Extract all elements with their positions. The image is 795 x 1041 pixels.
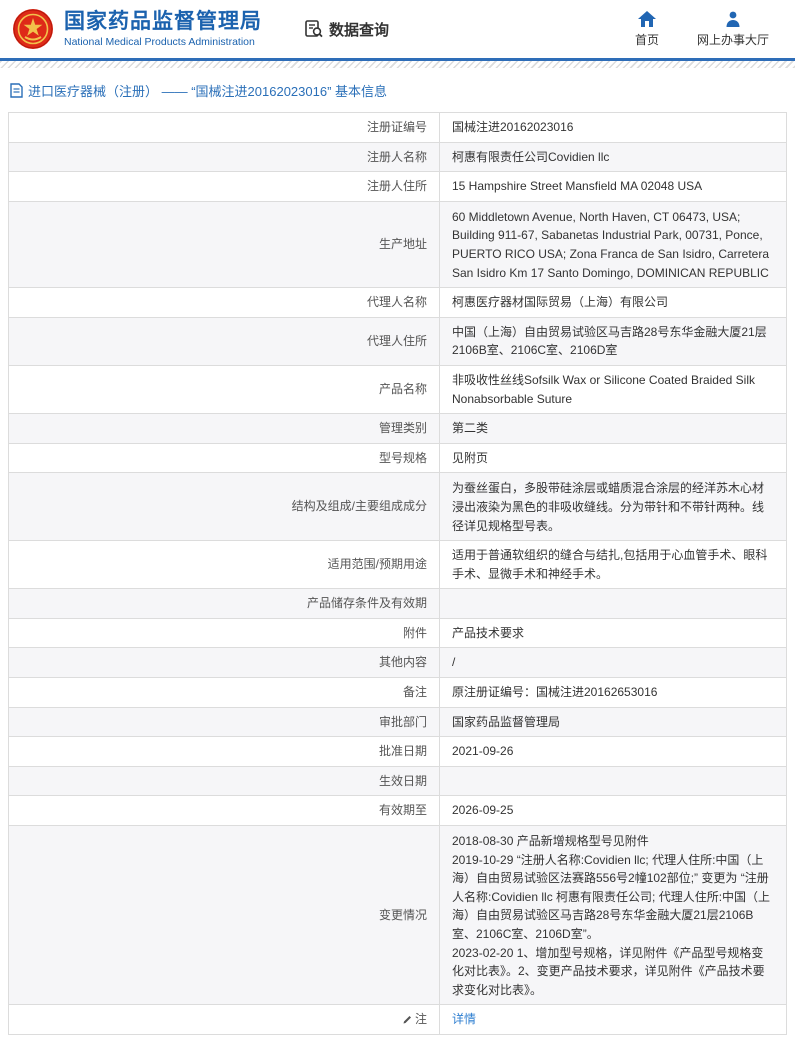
breadcrumb-text: 进口医疗器械（注册） —— “国械注进20162023016” 基本信息 — [28, 84, 388, 99]
nav-home-label: 首页 — [634, 32, 659, 47]
field-label: 注册证编号 — [366, 120, 427, 134]
row-agent-name: 代理人名称 柯惠医疗器材国际贸易（上海）有限公司 — [9, 288, 786, 318]
agency-name-cn: 国家药品监督管理局 — [64, 10, 262, 34]
field-label: 有效期至 — [378, 803, 427, 818]
row-production-address: 生产地址 60 Middletown Avenue, North Haven, … — [9, 201, 786, 289]
field-label: 审批部门 — [378, 714, 427, 729]
row-change-history: 变更情况 2018-08-30 产品新增规格型号见附件 2019-10-29 “… — [9, 826, 786, 1006]
row-registration-number: 注册证编号 国械注进20162023016 — [9, 113, 786, 143]
national-emblem-icon — [13, 9, 53, 49]
field-value: / — [439, 648, 786, 678]
row-management-class: 管理类别 第二类 — [9, 414, 786, 444]
field-value: 国家药品监督管理局 — [439, 707, 786, 737]
field-label: 注册人住所 — [366, 179, 427, 194]
row-other-content: 其他内容 / — [9, 648, 786, 679]
row-agent-address: 代理人住所 中国（上海）自由贸易试验区马吉路28号东华金融大厦21层2106B室… — [9, 317, 786, 366]
row-model-spec: 型号规格 见附页 — [9, 443, 786, 474]
data-query-doc-search-icon — [305, 20, 323, 38]
field-label: 型号规格 — [378, 450, 427, 465]
row-approval-department: 审批部门 国家药品监督管理局 — [9, 707, 786, 738]
field-value: 见附页 — [439, 443, 786, 473]
field-value: 2021-09-26 — [439, 737, 786, 766]
page-header: 国家药品监督管理局 National Medical Products Admi… — [0, 0, 795, 58]
nav-item-home[interactable]: 首页 — [634, 10, 659, 48]
field-value: 中国（上海）自由贸易试验区马吉路28号东华金融大厦21层2106B室、2106C… — [439, 317, 786, 365]
home-icon — [637, 10, 656, 27]
nmpa-emblem-logo[interactable] — [12, 8, 54, 50]
field-label: 注册人名称 — [366, 149, 427, 164]
agency-name-en: National Medical Products Administration — [64, 35, 255, 48]
row-attachment: 附件 产品技术要求 — [9, 618, 786, 649]
field-label: 注 — [9, 1005, 439, 1034]
field-value: 详情 — [439, 1005, 786, 1034]
field-value — [439, 589, 786, 618]
field-value — [439, 766, 786, 796]
field-label: 适用范围/预期用途 — [327, 557, 427, 572]
row-registrant-name: 注册人名称 柯惠有限责任公司Covidien llc — [9, 142, 786, 173]
person-icon — [726, 11, 740, 27]
row-storage-validity: 产品储存条件及有效期 — [9, 589, 786, 619]
field-label: 备注 — [402, 685, 427, 700]
field-value: 柯惠医疗器材国际贸易（上海）有限公司 — [439, 288, 786, 317]
field-label: 代理人名称 — [366, 295, 427, 310]
row-approval-date: 批准日期 2021-09-26 — [9, 737, 786, 767]
field-value: 60 Middletown Avenue, North Haven, CT 06… — [439, 201, 786, 288]
note-pencil-icon — [402, 1014, 412, 1025]
field-value: 国械注进20162023016 — [439, 113, 786, 142]
field-value: 非吸收性丝线Sofsilk Wax or Silicone Coated Bra… — [439, 365, 786, 414]
top-nav: 首页 网上办事大厅 — [634, 10, 769, 48]
row-intended-use: 适用范围/预期用途 适用于普通软组织的缝合与结扎,包括用于心血管手术、眼科手术、… — [9, 541, 786, 590]
nav-item-online-hall[interactable]: 网上办事大厅 — [697, 11, 769, 48]
row-product-name: 产品名称 非吸收性丝线Sofsilk Wax or Silicone Coate… — [9, 365, 786, 415]
field-label: 产品储存条件及有效期 — [306, 596, 427, 611]
field-label: 附件 — [402, 625, 427, 640]
document-icon — [10, 83, 23, 98]
row-remarks: 备注 原注册证编号：国械注进20162653016 — [9, 678, 786, 708]
field-value: 产品技术要求 — [439, 618, 786, 648]
row-registrant-address: 注册人住所 15 Hampshire Street Mansfield MA 0… — [9, 172, 786, 202]
field-label: 其他内容 — [378, 655, 427, 670]
field-value: 为蚕丝蛋白，多股带硅涂层或蜡质混合涂层的经洋苏木心材浸出液染为黑色的非吸收缝线。… — [439, 473, 786, 541]
header-hatch-band — [0, 61, 795, 68]
field-label: 代理人住所 — [366, 334, 427, 349]
agency-title-block: 国家药品监督管理局 National Medical Products Admi… — [64, 10, 262, 47]
field-value: 2018-08-30 产品新增规格型号见附件 2019-10-29 “注册人名称… — [439, 826, 786, 1005]
data-query-nav[interactable]: 数据查询 — [304, 19, 389, 40]
field-value: 第二类 — [439, 414, 786, 443]
row-effective-date: 生效日期 — [9, 766, 786, 797]
field-label: 结构及组成/主要组成成分 — [291, 499, 427, 514]
details-link[interactable]: 详情 — [452, 1010, 476, 1029]
field-label: 变更情况 — [378, 907, 427, 922]
field-value: 适用于普通软组织的缝合与结扎,包括用于心血管手术、眼科手术、显微手术和神经手术。 — [439, 541, 786, 589]
field-value: 原注册证编号：国械注进20162653016 — [439, 678, 786, 707]
data-query-label: 数据查询 — [329, 21, 390, 39]
field-label: 生产地址 — [378, 237, 427, 252]
field-label: 管理类别 — [378, 421, 427, 436]
nav-online-hall-label: 网上办事大厅 — [696, 32, 769, 47]
field-label: 产品名称 — [378, 382, 427, 397]
field-value: 柯惠有限责任公司Covidien llc — [439, 142, 786, 172]
field-label: 批准日期 — [378, 744, 427, 759]
field-value: 2026-09-25 — [439, 796, 786, 826]
note-label: 注 — [414, 1012, 427, 1027]
breadcrumb: 进口医疗器械（注册） —— “国械注进20162023016” 基本信息 — [0, 68, 795, 112]
row-composition: 结构及组成/主要组成成分 为蚕丝蛋白，多股带硅涂层或蜡质混合涂层的经洋苏木心材浸… — [9, 473, 786, 542]
registration-info-table: 注册证编号 国械注进20162023016 注册人名称 柯惠有限责任公司Covi… — [8, 112, 787, 1035]
row-valid-until: 有效期至 2026-09-25 — [9, 796, 786, 827]
field-value: 15 Hampshire Street Mansfield MA 02048 U… — [439, 172, 786, 201]
field-label: 生效日期 — [378, 773, 427, 788]
row-note: 注 详情 — [9, 1005, 786, 1034]
